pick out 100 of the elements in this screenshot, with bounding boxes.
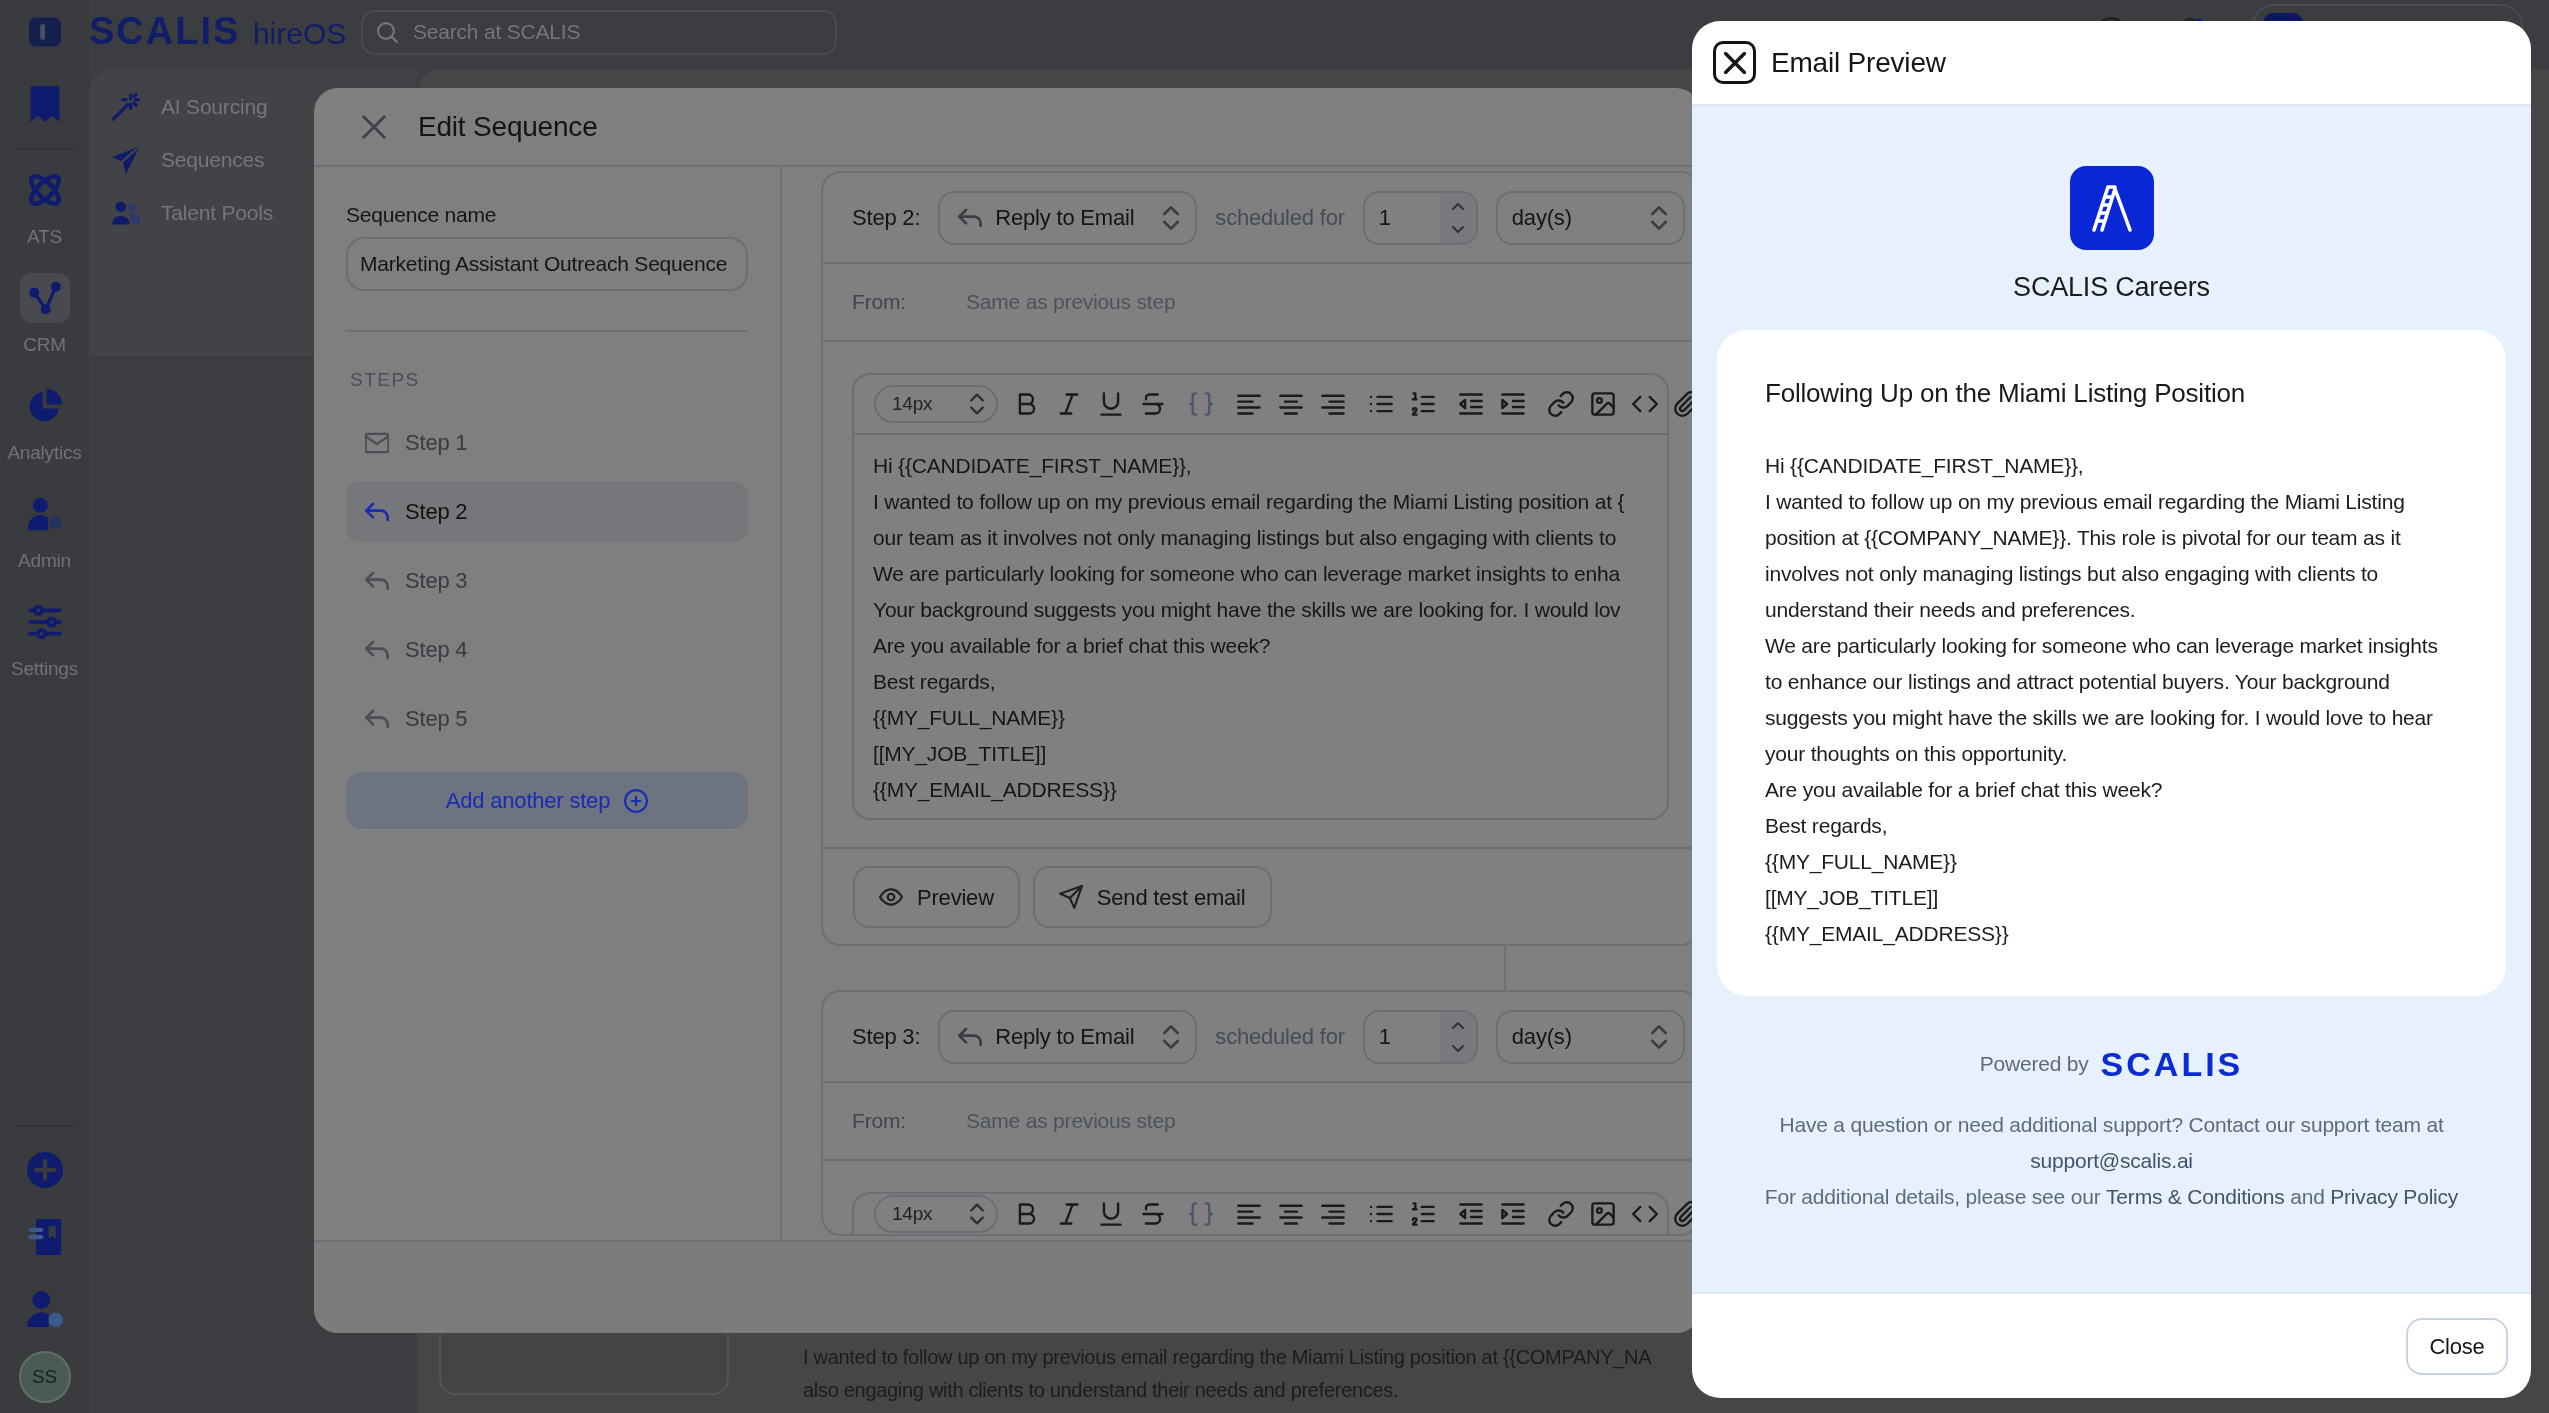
step-item[interactable]: Step 5 (346, 688, 748, 749)
section-heading: STEPS (349, 368, 421, 392)
email-paragraph: {{MY_FULL_NAME}} (1765, 849, 1958, 876)
chevrons-icon (1650, 1023, 1667, 1050)
delay-field[interactable]: 1 (1362, 190, 1478, 245)
chevrons-icon (970, 393, 984, 415)
eye-icon (879, 885, 903, 909)
add-step-button[interactable]: Add another step (346, 772, 748, 829)
ladder-logo-icon (2069, 166, 2154, 250)
strikethrough-icon[interactable] (1140, 391, 1166, 417)
powered-by-label: Powered by (1979, 1051, 2089, 1078)
modal-title: Edit Sequence (418, 109, 598, 144)
unit-select[interactable]: day(s) (1495, 190, 1685, 245)
link-icon[interactable] (1548, 1201, 1574, 1227)
outdent-icon[interactable] (1458, 391, 1484, 417)
spinner-icon[interactable] (1439, 1011, 1476, 1062)
pie-chart-icon (27, 389, 62, 423)
email-subject: Following Up on the Miami Listing Position (1765, 377, 2247, 410)
magic-wand-icon (112, 92, 140, 121)
step-title: Step 2: (852, 204, 921, 232)
close-icon (362, 114, 386, 139)
delay-field[interactable]: 1 (1362, 1009, 1478, 1064)
sender-name: SCALIS Careers (2013, 271, 2210, 304)
email-body-field[interactable]: Hi {{CANDIDATE_FIRST_NAME}}, I wanted to follow up on my previous email regarding the Miami Listing position at { our team as it involves not only managing listings but also engaging with clients to We are particularly looking for someone who can leverage market insights to enha Your background suggests you might have the skills we are looking for. I would lov Are you available for a brief chat this week? Best regards, {{MY_FULL_NAME}} [[MY_JOB_TITLE]] {{MY_EMAIL_ADDRESS}} (854, 435, 1667, 818)
search-field[interactable]: Search at SCALIS (361, 9, 837, 55)
network-nodes-icon (27, 281, 62, 315)
chevrons-icon (1650, 204, 1667, 231)
email-paragraph: We are particularly looking for someone who can leverage market insights to enhance our listings and attract potential buyers. Your background suggests you might have the skills we are looking for. I would love to hear your thoughts on this opportunity. (1765, 633, 2439, 767)
paperclip-icon[interactable] (1674, 1201, 1692, 1227)
user-icon (27, 497, 62, 531)
brand-wordmark: SCALIS (2100, 1044, 2244, 1084)
send-test-email-button[interactable]: Send test email (1032, 866, 1272, 928)
from-label: From: (852, 1108, 907, 1135)
spinner-icon[interactable] (1439, 192, 1476, 243)
image-icon[interactable] (1590, 1201, 1616, 1227)
reply-icon (958, 1026, 983, 1047)
plus-circle-icon (624, 788, 649, 813)
nav-item[interactable]: Analytics (0, 379, 89, 479)
close-button[interactable] (1713, 41, 1756, 84)
paperclip-icon[interactable] (1674, 391, 1692, 417)
reply-icon (365, 569, 389, 592)
panel-title: Email Preview (1771, 45, 1946, 80)
reply-icon (365, 638, 389, 661)
chevrons-icon (1163, 204, 1180, 231)
reply-icon (365, 500, 389, 523)
email-paragraph: {{MY_EMAIL_ADDRESS}} (1765, 921, 2010, 948)
nav-item[interactable]: Settings (0, 595, 89, 695)
field-label: Sequence name (346, 202, 498, 228)
email-paragraph: Best regards, (1765, 813, 1889, 839)
step-item[interactable]: Step 1 (346, 412, 748, 473)
numbered-list-icon[interactable] (1410, 1201, 1436, 1227)
close-icon (1723, 51, 1746, 74)
step-item[interactable]: Step 4 (346, 619, 748, 680)
sliders-icon (27, 605, 62, 639)
from-label: From: (852, 289, 907, 316)
strikethrough-icon[interactable] (1140, 1201, 1166, 1227)
chevrons-icon (970, 1203, 984, 1225)
sidebar-toggle-icon[interactable] (28, 16, 61, 48)
user-avatar[interactable]: SS (18, 1351, 71, 1403)
indent-icon[interactable] (1500, 391, 1526, 417)
legal-text: For additional details, please see our Terms & Conditions and Privacy Policy (1763, 1184, 2460, 1210)
chevrons-icon (1163, 1023, 1180, 1050)
email-paragraph: I wanted to follow up on my previous email regarding the Miami Listing position at {{COMPANY_NAME}}. This role is pivotal for our team as it involves not only managing listings but also engaging with clients to understand their needs and preferences. (1765, 489, 2406, 623)
font-size-select[interactable]: 14px (874, 1195, 998, 1233)
search-icon (376, 20, 399, 44)
schedule-label: scheduled for (1215, 204, 1345, 232)
footer-link[interactable]: Terms & Conditions (2106, 1185, 2285, 1208)
email-link[interactable]: support@scalis.ai (1737, 1143, 2486, 1179)
nav-item[interactable]: Admin (0, 487, 89, 587)
numbered-list-icon[interactable] (1410, 391, 1436, 417)
underline-icon[interactable] (1098, 1201, 1124, 1227)
nav-item[interactable]: CRM (0, 271, 89, 371)
close-button[interactable]: Close (2406, 1317, 2508, 1375)
action-select[interactable]: Reply to Email (938, 190, 1198, 245)
link-icon[interactable] (1548, 391, 1574, 417)
email-paragraph: Are you available for a brief chat this week? (1765, 777, 2164, 803)
users-icon (112, 198, 140, 227)
atom-icon (27, 173, 62, 207)
step-item[interactable]: Step 3 (346, 550, 748, 611)
step-item[interactable]: Step 2 (346, 481, 748, 542)
footer-link[interactable]: Privacy Policy (2330, 1185, 2459, 1208)
schedule-label: scheduled for (1215, 1023, 1345, 1051)
nav-item[interactable]: ATS (0, 163, 89, 263)
underline-icon[interactable] (1098, 391, 1124, 417)
action-select[interactable]: Reply to Email (938, 1009, 1198, 1064)
email-paragraph: Hi {{CANDIDATE_FIRST_NAME}}, (1765, 453, 2085, 480)
unit-select[interactable]: day(s) (1495, 1009, 1685, 1064)
image-icon[interactable] (1590, 391, 1616, 417)
reply-icon (958, 207, 983, 228)
sequence-name-field[interactable]: Marketing Assistant Outreach Sequence (346, 237, 748, 291)
indent-icon[interactable] (1500, 1201, 1526, 1227)
mail-icon (365, 431, 389, 454)
email-paragraph: [[MY_JOB_TITLE]] (1765, 885, 1939, 912)
preview-button[interactable]: Preview (853, 866, 1020, 928)
step-title: Step 3: (852, 1023, 921, 1051)
reply-icon (365, 707, 389, 730)
support-text: Have a question or need additional support? Contact our support team at support@scalis.ai (1717, 1107, 2506, 1179)
outdent-icon[interactable] (1458, 1201, 1484, 1227)
font-size-select[interactable]: 14px (874, 385, 998, 423)
send-icon (1058, 885, 1083, 909)
